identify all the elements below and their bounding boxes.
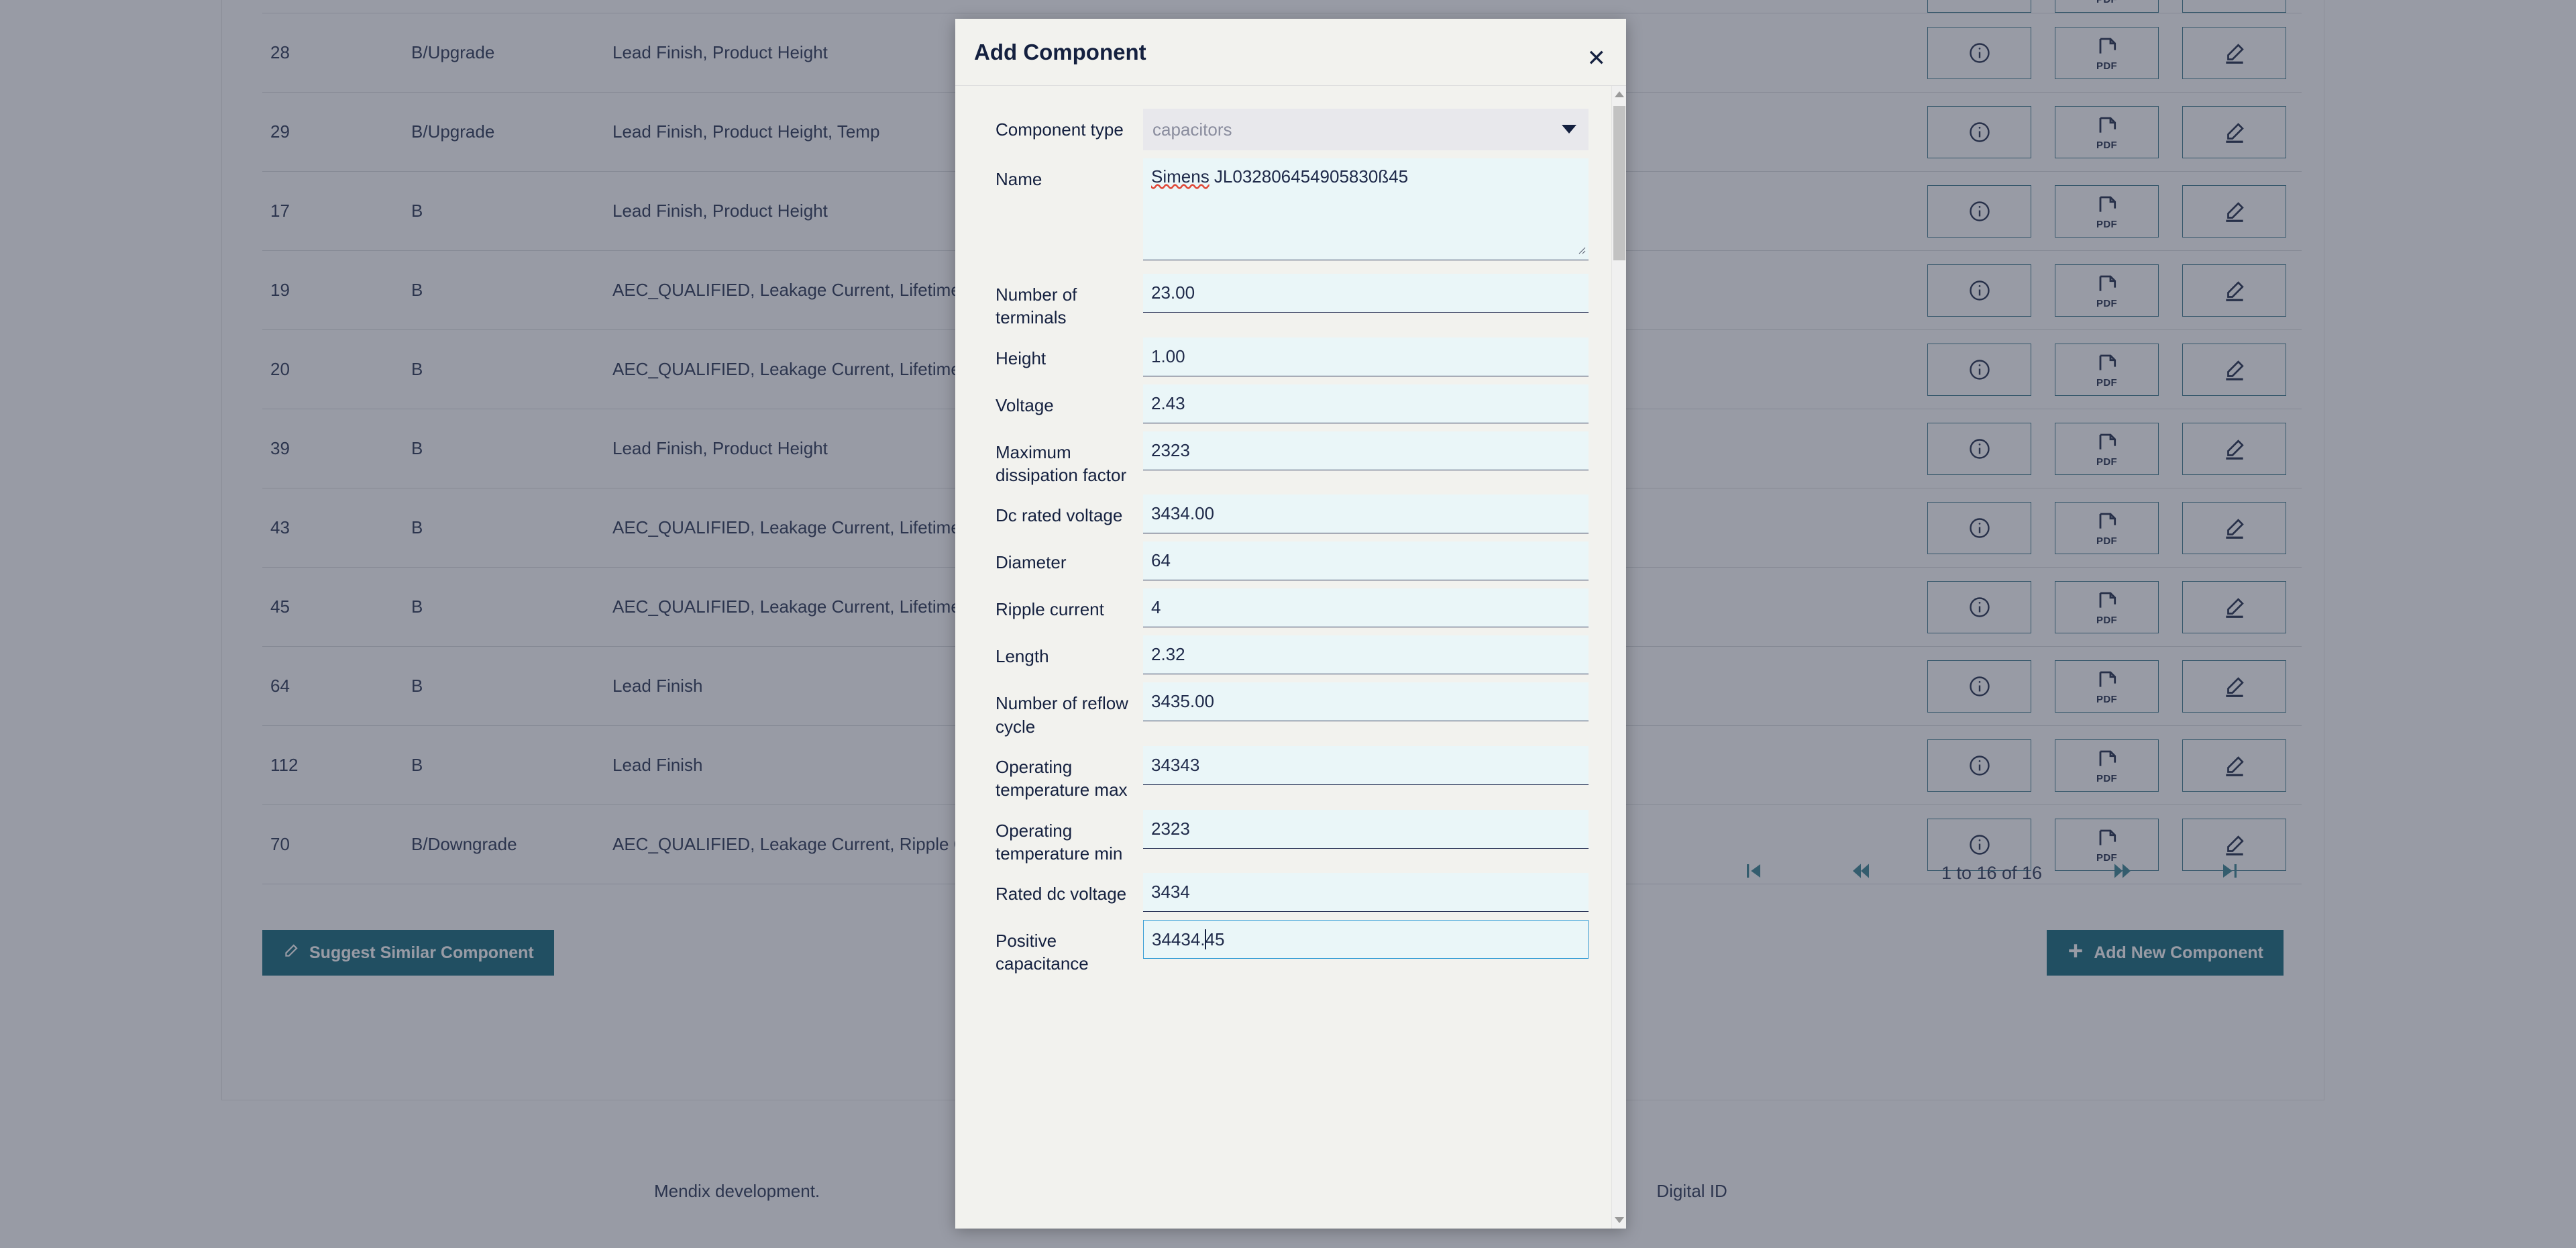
positive-capacitance-label: Positive capacitance (975, 920, 1143, 976)
operating-temperature-min-input[interactable] (1143, 810, 1589, 849)
voltage-label: Voltage (975, 384, 1143, 417)
height-input[interactable] (1143, 337, 1589, 376)
field-voltage: Voltage (955, 384, 1611, 423)
scroll-down-arrow-icon[interactable] (1615, 1217, 1624, 1223)
rated-dc-voltage-input[interactable] (1143, 873, 1589, 912)
add-component-dialog: Add Component ✕ Component type capacitor… (955, 19, 1626, 1229)
name-label: Name (975, 158, 1143, 191)
ripple-current-label: Ripple current (975, 588, 1143, 621)
field-maximum-dissipation-factor: Maximum dissipation factor (955, 431, 1611, 487)
dialog-title: Add Component (974, 40, 1146, 65)
component-type-select[interactable]: capacitors (1143, 109, 1589, 150)
dc-rated-voltage-label: Dc rated voltage (975, 495, 1143, 527)
number-of-reflow-cycle-label: Number of reflow cycle (975, 682, 1143, 738)
field-height: Height (955, 337, 1611, 376)
scroll-up-arrow-icon[interactable] (1615, 91, 1624, 97)
field-positive-capacitance: Positive capacitance 34434.45 (955, 920, 1611, 976)
ripple-current-input[interactable] (1143, 588, 1589, 627)
field-operating-temperature-max: Operating temperature max (955, 746, 1611, 802)
voltage-input[interactable] (1143, 384, 1589, 423)
field-number-of-reflow-cycle: Number of reflow cycle (955, 682, 1611, 738)
dialog-body: Component type capacitors Name Simens JL… (955, 86, 1626, 1229)
length-label: Length (975, 635, 1143, 668)
field-diameter: Diameter (955, 541, 1611, 580)
diameter-input[interactable] (1143, 541, 1589, 580)
height-label: Height (975, 337, 1143, 370)
dialog-scrollbar[interactable] (1611, 86, 1626, 1229)
maximum-dissipation-factor-label: Maximum dissipation factor (975, 431, 1143, 487)
operating-temperature-max-label: Operating temperature max (975, 746, 1143, 802)
number-of-terminals-input[interactable] (1143, 274, 1589, 313)
component-type-label: Component type (975, 109, 1143, 141)
dialog-header: Add Component ✕ (955, 19, 1626, 86)
form-scroll-area: Component type capacitors Name Simens JL… (955, 86, 1611, 1229)
field-rated-dc-voltage: Rated dc voltage (955, 873, 1611, 912)
operating-temperature-min-label: Operating temperature min (975, 810, 1143, 866)
length-input[interactable] (1143, 635, 1589, 674)
diameter-label: Diameter (975, 541, 1143, 574)
dc-rated-voltage-input[interactable] (1143, 495, 1589, 533)
positive-capacitance-input[interactable]: 34434.45 (1143, 920, 1589, 959)
field-component-type: Component type capacitors (955, 109, 1611, 150)
scrollbar-thumb[interactable] (1613, 106, 1625, 260)
field-length: Length (955, 635, 1611, 674)
positive-capacitance-value-before-caret: 34434. (1152, 929, 1205, 950)
close-icon[interactable]: ✕ (1587, 47, 1607, 70)
field-number-of-terminals: Number of terminals (955, 274, 1611, 329)
component-type-value: capacitors (1152, 119, 1232, 140)
maximum-dissipation-factor-input[interactable] (1143, 431, 1589, 470)
field-ripple-current: Ripple current (955, 588, 1611, 627)
rated-dc-voltage-label: Rated dc voltage (975, 873, 1143, 905)
positive-capacitance-value-after-caret: 45 (1205, 929, 1225, 950)
name-textarea[interactable] (1143, 158, 1589, 260)
number-of-reflow-cycle-input[interactable] (1143, 682, 1589, 721)
field-name: Name Simens JL032806454905830ß45 (955, 158, 1611, 260)
field-operating-temperature-min: Operating temperature min (955, 810, 1611, 866)
number-of-terminals-label: Number of terminals (975, 274, 1143, 329)
operating-temperature-max-input[interactable] (1143, 746, 1589, 785)
chevron-down-icon (1562, 125, 1576, 134)
field-dc-rated-voltage: Dc rated voltage (955, 495, 1611, 533)
